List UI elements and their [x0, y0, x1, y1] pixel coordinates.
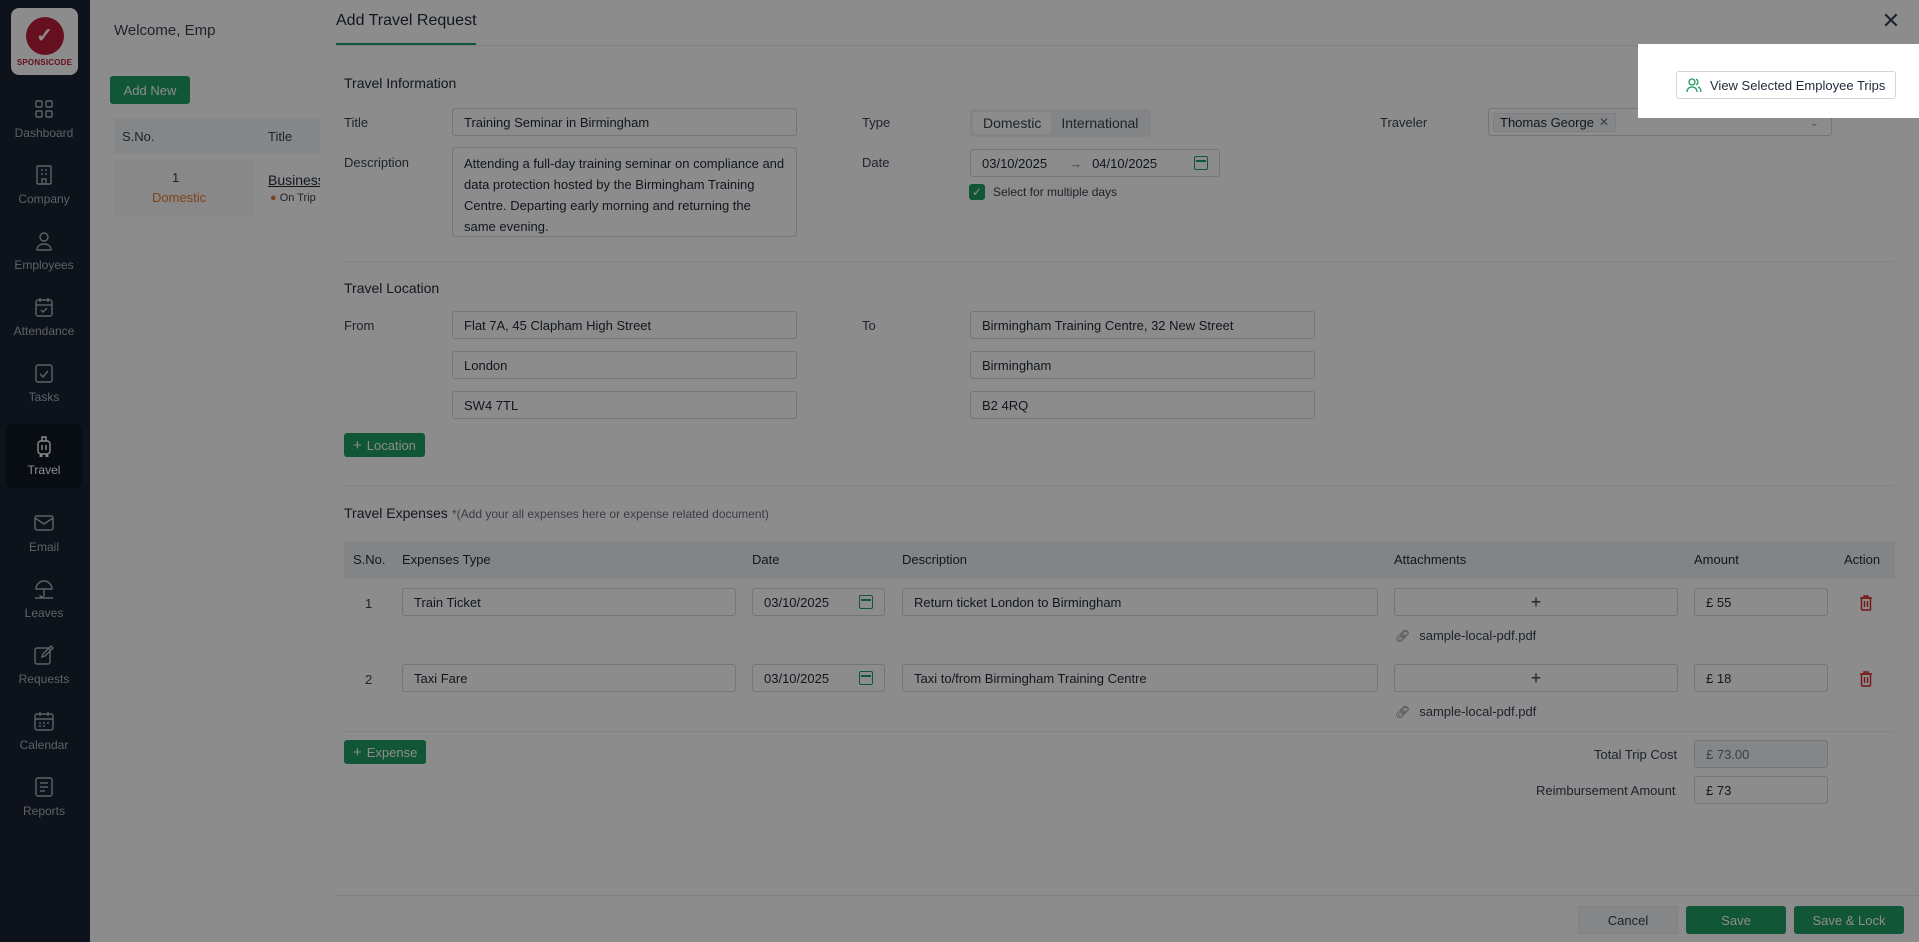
attachment-filename: sample-local-pdf.pdf [1419, 628, 1537, 643]
save-lock-button[interactable]: Save & Lock [1794, 906, 1904, 934]
add-location-label: Location [366, 437, 416, 453]
expense-date-value: 03/10/2025 [764, 594, 830, 610]
expenses-note: *(Add your all expenses here or expense … [452, 507, 769, 521]
total-trip-cost-label: Total Trip Cost [1594, 747, 1678, 762]
section-title-travel-location: Travel Location [344, 280, 440, 296]
section-divider [344, 261, 1895, 262]
column-header: Date [752, 552, 780, 567]
add-expense-label: Expense [366, 744, 418, 760]
multiple-days-label: Select for multiple days [993, 185, 1118, 199]
close-icon[interactable]: ✕ [1879, 10, 1903, 34]
title-input[interactable]: Training Seminar in Birmingham [452, 108, 797, 136]
expense-amount-input[interactable]: £ 18 [1694, 664, 1828, 692]
column-header: Attachments [1394, 552, 1467, 567]
section-divider [344, 485, 1895, 486]
description-textarea[interactable]: Attending a full-day training seminar on… [452, 147, 797, 237]
calendar-icon [859, 595, 873, 609]
column-header: S.No. [353, 552, 386, 567]
type-toggle: Domestic International [970, 109, 1152, 137]
expenses-table-header: S.No. Expenses Type Date Description Att… [344, 541, 1895, 579]
date-from[interactable]: 03/10/2025 [982, 156, 1047, 171]
add-attachment-button[interactable]: + [1394, 664, 1678, 692]
save-button[interactable]: Save [1686, 906, 1786, 934]
delete-icon[interactable] [1859, 595, 1873, 611]
footer-divider [336, 895, 1919, 896]
paperclip-icon: 🔗︎ [1395, 628, 1411, 643]
date-range-arrow: → [1069, 155, 1083, 171]
section-title-travel-expenses: Travel Expenses [344, 505, 448, 521]
section-title-travel-information: Travel Information [344, 75, 457, 91]
title-label: Title [344, 115, 369, 130]
description-label: Description [344, 155, 410, 170]
delete-icon[interactable] [1859, 671, 1873, 687]
calendar-icon [1194, 156, 1208, 170]
attachment-file[interactable]: 🔗︎ sample-local-pdf.pdf [1395, 628, 1536, 643]
view-selected-employee-trips-button[interactable]: View Selected Employee Trips [1676, 71, 1896, 99]
expense-date-input[interactable]: 03/10/2025 [752, 588, 885, 616]
to-label: To [862, 318, 876, 333]
date-to[interactable]: 04/10/2025 [1092, 156, 1157, 171]
column-header: Amount [1694, 552, 1739, 567]
date-range-picker[interactable]: 03/10/2025 → 04/10/2025 [970, 149, 1220, 177]
expense-date-value: 03/10/2025 [764, 670, 830, 686]
add-travel-request-drawer: Add Travel Request ✕ Travel Information … [320, 0, 1919, 942]
reimbursement-input[interactable]: £ 73 [1694, 776, 1828, 804]
reimbursement-label: Reimbursement Amount [1536, 783, 1676, 798]
traveler-name: Thomas George [1500, 114, 1594, 130]
plus-icon: + [353, 436, 362, 454]
from-label: From [344, 318, 375, 333]
table-divider [344, 731, 1895, 732]
to-address-input[interactable]: Birmingham Training Centre, 32 New Stree… [970, 311, 1315, 339]
expense-amount-input[interactable]: £ 55 [1694, 588, 1828, 616]
cancel-button[interactable]: Cancel [1578, 906, 1678, 934]
add-location-button[interactable]: + Location [344, 433, 425, 457]
to-postcode-input[interactable]: B2 4RQ [970, 391, 1315, 419]
column-header: Description [902, 552, 968, 567]
expense-type-input[interactable]: Train Ticket [402, 588, 736, 616]
paperclip-icon: 🔗︎ [1395, 704, 1411, 719]
expense-description-input[interactable]: Return ticket London to Birmingham [902, 588, 1378, 616]
users-icon [1686, 78, 1702, 93]
drawer-title: Add Travel Request [336, 12, 477, 29]
to-city-input[interactable]: Birmingham [970, 351, 1315, 379]
row-number: 1 [365, 596, 373, 611]
total-trip-cost-field: £ 73.00 [1694, 740, 1828, 768]
multiple-days-checkbox[interactable]: ✓ [969, 184, 985, 200]
date-label: Date [862, 155, 890, 170]
attachment-file[interactable]: 🔗︎ sample-local-pdf.pdf [1395, 704, 1536, 719]
expense-description-input[interactable]: Taxi to/from Birmingham Training Centre [902, 664, 1378, 692]
type-option-domestic[interactable]: Domestic [973, 112, 1052, 134]
add-attachment-button[interactable]: + [1394, 588, 1678, 616]
traveler-label: Traveler [1380, 115, 1428, 130]
view-trips-label: View Selected Employee Trips [1710, 77, 1886, 93]
add-expense-button[interactable]: + Expense [344, 740, 427, 764]
plus-icon: + [353, 743, 362, 761]
calendar-icon [859, 671, 873, 685]
from-address-input[interactable]: Flat 7A, 45 Clapham High Street [452, 311, 797, 339]
expense-date-input[interactable]: 03/10/2025 [752, 664, 885, 692]
from-postcode-input[interactable]: SW4 7TL [452, 391, 797, 419]
attachment-filename: sample-local-pdf.pdf [1419, 704, 1537, 719]
column-header: Action [1844, 552, 1881, 567]
employee-trips-popover: View Selected Employee Trips [1638, 44, 1919, 118]
type-option-international[interactable]: International [1051, 112, 1148, 134]
traveler-tag: Thomas George ✕ [1493, 112, 1616, 132]
column-header: Expenses Type [402, 552, 491, 567]
type-label: Type [862, 115, 891, 130]
row-number: 2 [365, 672, 373, 687]
remove-tag-icon[interactable]: ✕ [1599, 115, 1609, 129]
expense-type-input[interactable]: Taxi Fare [402, 664, 736, 692]
from-city-input[interactable]: London [452, 351, 797, 379]
